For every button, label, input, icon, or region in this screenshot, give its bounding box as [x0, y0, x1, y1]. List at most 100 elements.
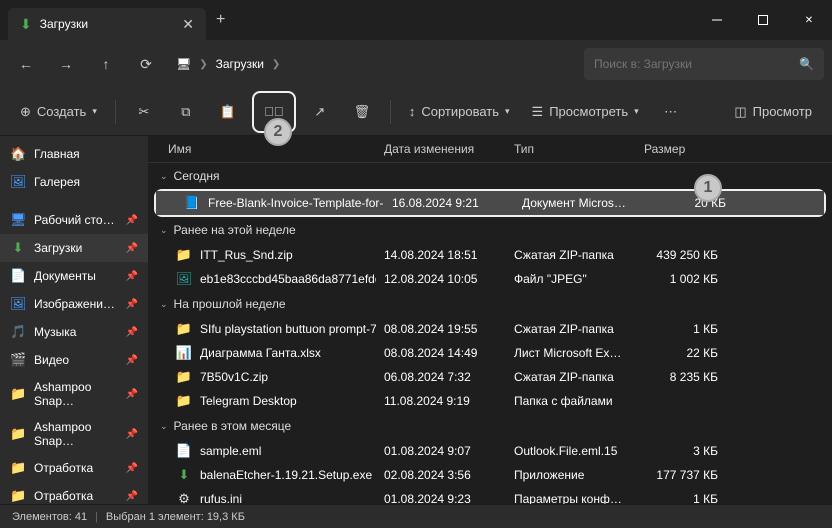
file-type: Файл "JPEG" — [506, 272, 636, 286]
preview-icon: ◫ — [734, 104, 746, 120]
file-name: ITT_Rus_Snd.zip — [200, 248, 293, 262]
col-size[interactable]: Размер — [636, 142, 726, 156]
group-header[interactable]: ⌄Ранее на этой неделе — [148, 217, 832, 243]
trash-icon: 🗑 — [354, 104, 371, 120]
file-row[interactable]: 📁Telegram Desktop11.08.2024 9:19Папка с … — [148, 389, 832, 413]
file-size: 1 КБ — [636, 492, 726, 504]
sidebar-item[interactable]: 📁Отработка📌 — [0, 482, 148, 504]
file-size: 177 737 КБ — [636, 468, 726, 482]
file-row[interactable]: 📊Диаграмма Ганта.xlsx08.08.2024 14:49Лис… — [148, 341, 832, 365]
sidebar-label: Загрузки — [34, 241, 82, 255]
sidebar-icon: 🖼 — [10, 296, 26, 312]
group-header[interactable]: ⌄Ранее в этом месяце — [148, 413, 832, 439]
sort-icon: ↕ — [409, 104, 416, 119]
window-tab[interactable]: ⬇ Загрузки ✕ — [8, 8, 206, 40]
delete-button[interactable]: 🗑 — [344, 95, 380, 129]
copy-icon: ⧉ — [181, 104, 190, 120]
sidebar-label: Главная — [34, 147, 80, 161]
chevron-down-icon: ⌄ — [160, 171, 168, 182]
file-icon: 📄 — [176, 443, 192, 459]
back-button[interactable]: ← — [8, 46, 44, 82]
file-row[interactable]: ⬇balenaEtcher-1.19.21.Setup.exe02.08.202… — [148, 463, 832, 487]
file-name: sample.eml — [200, 444, 261, 458]
maximize-button[interactable] — [740, 0, 786, 40]
add-tab-button[interactable]: + — [216, 11, 225, 29]
col-date[interactable]: Дата изменения — [376, 142, 506, 156]
file-date: 11.08.2024 9:19 — [376, 394, 506, 408]
group-header[interactable]: ⌄На прошлой неделе — [148, 291, 832, 317]
paste-button[interactable]: 📋 — [210, 95, 246, 129]
file-row[interactable]: 📘Free-Blank-Invoice-Template-for-Micros…… — [156, 191, 824, 215]
sidebar-label: Музыка — [34, 325, 76, 339]
up-button[interactable]: ↑ — [88, 46, 124, 82]
file-icon: 📁 — [176, 247, 192, 263]
view-button[interactable]: ☰ Просмотреть ▾ — [524, 95, 647, 129]
preview-pane-button[interactable]: ◫ Просмотр — [726, 95, 820, 129]
sidebar-item[interactable]: 📁 Ashampoo Snap… 📌 — [0, 414, 148, 454]
sidebar-icon: 🎵 — [10, 324, 26, 340]
search-input[interactable] — [594, 57, 791, 71]
file-row[interactable]: 📁ITT_Rus_Snd.zip14.08.2024 18:51Сжатая Z… — [148, 243, 832, 267]
file-name: rufus.ini — [200, 492, 242, 504]
breadcrumb[interactable]: 🖥 ❯ Загрузки ❯ — [168, 48, 580, 80]
copy-button[interactable]: ⧉ — [168, 95, 204, 129]
sidebar-item[interactable]: 📁Отработка📌 — [0, 454, 148, 482]
sidebar-item[interactable]: 📄Документы📌 — [0, 262, 148, 290]
sidebar-item[interactable]: 🖼Изображени…📌 — [0, 290, 148, 318]
pin-icon: 📌 — [126, 243, 138, 254]
clipboard-icon: 📋 — [220, 104, 236, 120]
close-window-button[interactable]: ✕ — [786, 0, 832, 40]
sidebar-item[interactable]: 🎬Видео📌 — [0, 346, 148, 374]
create-button[interactable]: ⊕ Создать ▾ — [12, 95, 105, 129]
sidebar-icon: 📁 — [10, 426, 26, 442]
file-row[interactable]: 📁SIfu playstation buttuon prompt-799-v1-… — [148, 317, 832, 341]
file-type: Сжатая ZIP-папка — [506, 370, 636, 384]
file-size: 3 КБ — [636, 444, 726, 458]
file-type: Документ Micros… — [514, 196, 644, 210]
sidebar-label: Отработка — [34, 489, 93, 503]
sidebar-item[interactable]: 🎵Музыка📌 — [0, 318, 148, 346]
sidebar-label: Документы — [34, 269, 96, 283]
file-row[interactable]: ⚙rufus.ini01.08.2024 9:23Параметры конф…… — [148, 487, 832, 504]
col-name[interactable]: Имя — [148, 142, 376, 156]
sidebar-icon: 📄 — [10, 268, 26, 284]
sidebar-label: Ashampoo Snap… — [34, 380, 118, 408]
close-tab-icon[interactable]: ✕ — [182, 16, 194, 33]
file-name: Free-Blank-Invoice-Template-for-Micros… — [208, 196, 384, 210]
annotation-2: 2 — [264, 118, 292, 146]
file-date: 14.08.2024 18:51 — [376, 248, 506, 262]
chevron-right-icon: ❯ — [199, 59, 207, 70]
group-header[interactable]: ⌄Сегодня — [148, 163, 832, 189]
share-button[interactable]: ↗ — [302, 95, 338, 129]
more-button[interactable]: ⋯ — [653, 95, 689, 129]
col-type[interactable]: Тип — [506, 142, 636, 156]
sidebar-item[interactable]: 📁Ashampoo Snap…📌 — [0, 374, 148, 414]
file-row[interactable]: 📁7B50v1C.zip06.08.2024 7:32Сжатая ZIP-па… — [148, 365, 832, 389]
sidebar: 🏠Главная🖼Галерея🖥Рабочий сто…📌⬇Загрузки📌… — [0, 136, 148, 504]
search-icon[interactable]: 🔍 — [799, 57, 814, 71]
sidebar-item[interactable]: ⬇Загрузки📌 — [0, 234, 148, 262]
file-type: Приложение — [506, 468, 636, 482]
sidebar-item[interactable]: 🖼Галерея — [0, 168, 148, 196]
sidebar-item[interactable]: 🏠 Главная — [0, 140, 148, 168]
pin-icon: 📌 — [126, 355, 138, 366]
file-row[interactable]: 📄sample.eml01.08.2024 9:07Outlook.File.e… — [148, 439, 832, 463]
pin-icon: 📌 — [126, 429, 138, 440]
forward-button[interactable]: → — [48, 46, 84, 82]
sidebar-item[interactable]: 🖥Рабочий сто…📌 — [0, 206, 148, 234]
refresh-button[interactable]: ⟳ — [128, 46, 164, 82]
sidebar-icon: 📁 — [10, 460, 26, 476]
pin-icon: 📌 — [126, 215, 138, 226]
search-box[interactable]: 🔍 — [584, 48, 824, 80]
sidebar-icon: 🖥 — [10, 212, 26, 228]
sidebar-label: Ashampoo Snap… — [34, 420, 118, 448]
sidebar-icon: 🏠 — [10, 146, 26, 162]
file-date: 01.08.2024 9:23 — [376, 492, 506, 504]
file-row[interactable]: 🖼eb1e83cccbd45baa86da8771efdd7197-tra…12… — [148, 267, 832, 291]
sort-button[interactable]: ↕ Сортировать ▾ — [401, 95, 518, 129]
file-type: Outlook.File.eml.15 — [506, 444, 636, 458]
breadcrumb-item[interactable]: Загрузки — [216, 57, 264, 71]
cut-button[interactable]: ✂ — [126, 95, 162, 129]
group-label: Ранее на этой неделе — [174, 223, 296, 237]
minimize-button[interactable] — [694, 0, 740, 40]
